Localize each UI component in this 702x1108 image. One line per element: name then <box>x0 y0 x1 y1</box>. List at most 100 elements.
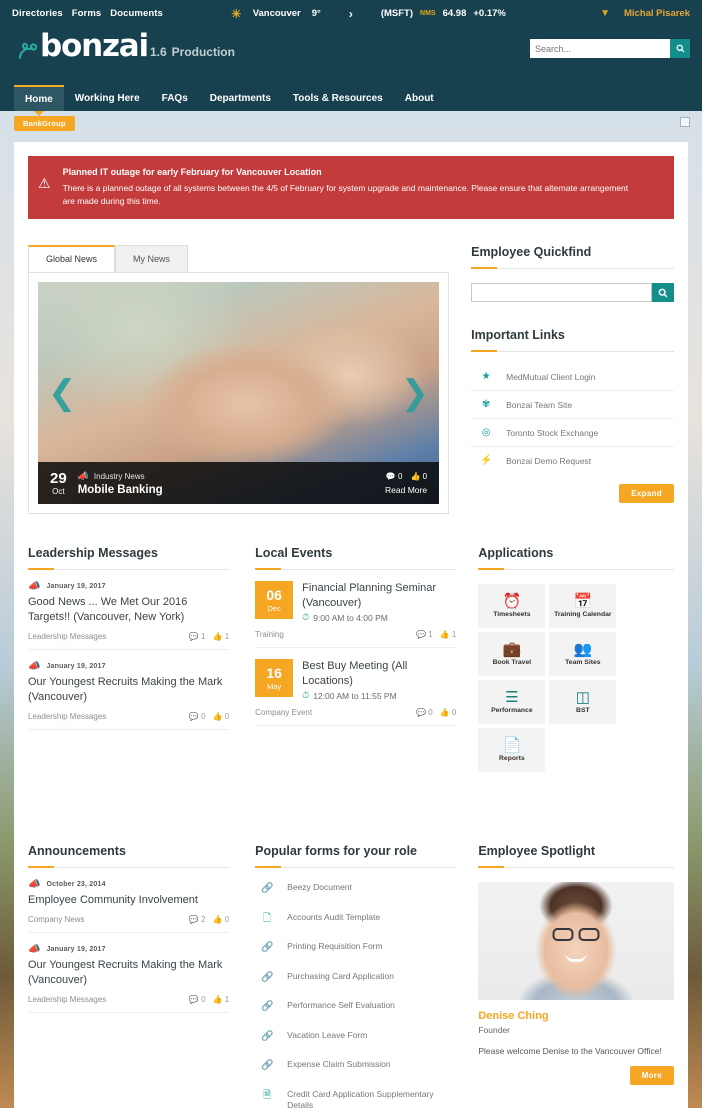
top-link-forms[interactable]: Forms <box>72 8 102 19</box>
post-meta: 📣 October 23, 2014 <box>28 879 229 890</box>
local-events-section: Local Events 06 Dec Financial Planning S… <box>255 546 457 772</box>
nav-item-working-here[interactable]: Working Here <box>64 85 151 111</box>
top-link-directories[interactable]: Directories <box>12 8 63 19</box>
like-count: 👍 0 <box>212 915 230 925</box>
read-more-link[interactable]: Read More <box>385 485 427 495</box>
link-icon: 🔗 <box>261 1060 274 1072</box>
logo[interactable]: bonzai 1.6 Production <box>14 31 235 62</box>
app-tile-timesheets[interactable]: ⏰ Timesheets <box>478 584 546 629</box>
nav-item-about[interactable]: About <box>394 85 445 111</box>
post-footer: Leadership Messages 💬 0 👍 1 <box>28 995 229 1004</box>
event-month: May <box>267 681 282 691</box>
nav-label: Tools & Resources <box>292 92 383 104</box>
event-title[interactable]: Best Buy Meeting (All Locations) <box>302 659 456 688</box>
post-title[interactable]: Our Youngest Recruits Making the Mark (V… <box>28 675 229 705</box>
search-button[interactable] <box>670 39 690 58</box>
news-slide-month: Oct <box>52 486 65 496</box>
band-checkbox[interactable] <box>680 117 690 127</box>
list-item[interactable]: 📣 January 19, 2017 Our Youngest Recruits… <box>28 933 230 1013</box>
cloud-sun-icon: ☀ <box>230 6 242 21</box>
globe-icon: ◎ <box>481 427 491 439</box>
form-label: Beezy Document <box>287 882 352 893</box>
like-count: 👍 0 <box>212 711 230 721</box>
list-item[interactable]: 📣 January 19, 2017 Our Youngest Recruits… <box>28 650 230 730</box>
nav-item-tools-resources[interactable]: Tools & Resources <box>282 85 394 111</box>
top-link-documents[interactable]: Documents <box>110 8 163 19</box>
list-item[interactable]: 16 May Best Buy Meeting (All Locations) … <box>255 648 457 727</box>
link-item-toronto-stock-exchange[interactable]: ◎ Toronto Stock Exchange <box>471 419 674 448</box>
post-title[interactable]: Good News ... We Met Our 2016 Targets!! … <box>28 595 229 625</box>
funnel-icon[interactable]: ▼ <box>600 8 610 19</box>
form-item-credit-card-application-supplementary-details[interactable]: 🗎 Credit Card Application Supplementary … <box>255 1081 456 1108</box>
weather-widget[interactable]: ☀ Vancouver 9° <box>231 7 321 21</box>
list-item[interactable]: 📣 October 23, 2014 Employee Community In… <box>28 868 230 934</box>
event-footer: Company Event 💬 0 👍 0 <box>255 708 457 727</box>
quickfind-search-button[interactable] <box>652 283 674 303</box>
event-day: 06 <box>266 586 282 603</box>
tab-global-news[interactable]: Global News <box>28 245 116 273</box>
post-title[interactable]: Our Youngest Recruits Making the Mark (V… <box>28 958 229 988</box>
gear-icon: ✾ <box>481 399 491 411</box>
header-search[interactable] <box>530 39 690 58</box>
link-item-bonzai-demo-request[interactable]: ⚡ Bonzai Demo Request <box>471 447 674 474</box>
event-row: 06 Dec Financial Planning Seminar (Vanco… <box>255 570 456 623</box>
news-carousel: ❮ ❯ 29 Oct 📣 Industry News Mobile Bankin… <box>28 272 450 515</box>
more-button[interactable]: More <box>629 1066 674 1086</box>
comment-count: 💬 2 <box>188 915 206 925</box>
megaphone-icon: 📣 <box>28 879 41 891</box>
expand-button[interactable]: Expand <box>619 484 674 504</box>
like-count: 👍 0 <box>410 471 428 481</box>
section-rule <box>28 866 230 869</box>
chevron-left-icon[interactable]: ❮ <box>48 376 77 410</box>
form-item-purchasing-card-application[interactable]: 🔗 Purchasing Card Application <box>255 963 456 993</box>
chevron-right-icon[interactable]: ❯ <box>401 376 430 410</box>
search-input[interactable] <box>530 39 670 58</box>
list-item[interactable]: 📣 January 19, 2017 Good News ... We Met … <box>28 570 230 651</box>
form-label: Printing Requisition Form <box>287 941 383 952</box>
link-item-bonzai-team-site[interactable]: ✾ Bonzai Team Site <box>471 391 674 420</box>
important-links-title: Important Links <box>471 328 565 343</box>
nav-item-faqs[interactable]: FAQs <box>151 85 199 111</box>
nav-item-departments[interactable]: Departments <box>199 85 282 111</box>
app-tile-reports[interactable]: 📄 Reports <box>478 728 546 773</box>
form-item-beezy-document[interactable]: 🔗 Beezy Document <box>255 874 456 904</box>
event-title[interactable]: Financial Planning Seminar (Vancouver) <box>302 581 456 610</box>
weather-temperature: 9° <box>311 8 321 19</box>
app-tile-performance[interactable]: ☰ Performance <box>478 680 546 725</box>
chevron-right-icon[interactable]: › <box>349 7 353 21</box>
form-label: Purchasing Card Application <box>287 970 394 981</box>
post-category: Company News <box>28 915 85 925</box>
form-item-printing-requisition-form[interactable]: 🔗 Printing Requisition Form <box>255 933 456 963</box>
app-tile-book-travel[interactable]: 💼 Book Travel <box>478 632 546 677</box>
user-name[interactable]: Michal Pisarek <box>624 8 690 19</box>
spotlight-name[interactable]: Denise Ching <box>478 1010 674 1022</box>
link-item-medmutual[interactable]: ★ MedMutual Client Login <box>471 363 674 392</box>
list-item[interactable]: 06 Dec Financial Planning Seminar (Vanco… <box>255 570 457 649</box>
form-item-vacation-leave-form[interactable]: 🔗 Vacation Leave Form <box>255 1022 456 1052</box>
news-slide-category-row: 📣 Industry News <box>78 471 163 482</box>
post-title[interactable]: Employee Community Involvement <box>28 893 229 908</box>
post-category: Leadership Messages <box>28 632 107 642</box>
app-tile-bst[interactable]: ◫ BST <box>549 680 617 725</box>
link-icon: 🔗 <box>261 1001 274 1013</box>
section-rule <box>471 350 674 353</box>
post-footer: Leadership Messages 💬 0 👍 0 <box>28 712 229 721</box>
alert-body: There is a planned outage of all systems… <box>62 183 629 207</box>
form-item-expense-claim-submission[interactable]: 🔗 Expense Claim Submission <box>255 1051 456 1081</box>
app-label: BST <box>576 707 590 715</box>
link-label: Toronto Stock Exchange <box>506 427 599 438</box>
applications-grid: ⏰ Timesheets 📅 Training Calendar 💼 Book … <box>478 584 674 773</box>
app-tile-team-sites[interactable]: 👥 Team Sites <box>549 632 617 677</box>
like-count: 👍 1 <box>212 994 230 1004</box>
event-day: 16 <box>266 664 282 681</box>
form-item-performance-self-evaluation[interactable]: 🔗 Performance Self Evaluation <box>255 992 456 1022</box>
nav-item-home[interactable]: Home <box>14 85 64 116</box>
quickfind-input[interactable] <box>471 283 652 303</box>
popular-forms-section: Popular forms for your role 🔗 Beezy Docu… <box>255 844 457 1108</box>
app-tile-training-calendar[interactable]: 📅 Training Calendar <box>549 584 617 629</box>
form-item-accounts-audit-template[interactable]: 🗋 Accounts Audit Template <box>255 904 456 934</box>
link-icon: 🔗 <box>261 1030 274 1042</box>
quickfind-search[interactable] <box>471 283 674 303</box>
bankgroup-tag[interactable]: BankGroup <box>14 116 75 131</box>
tab-my-news[interactable]: My News <box>115 245 189 273</box>
